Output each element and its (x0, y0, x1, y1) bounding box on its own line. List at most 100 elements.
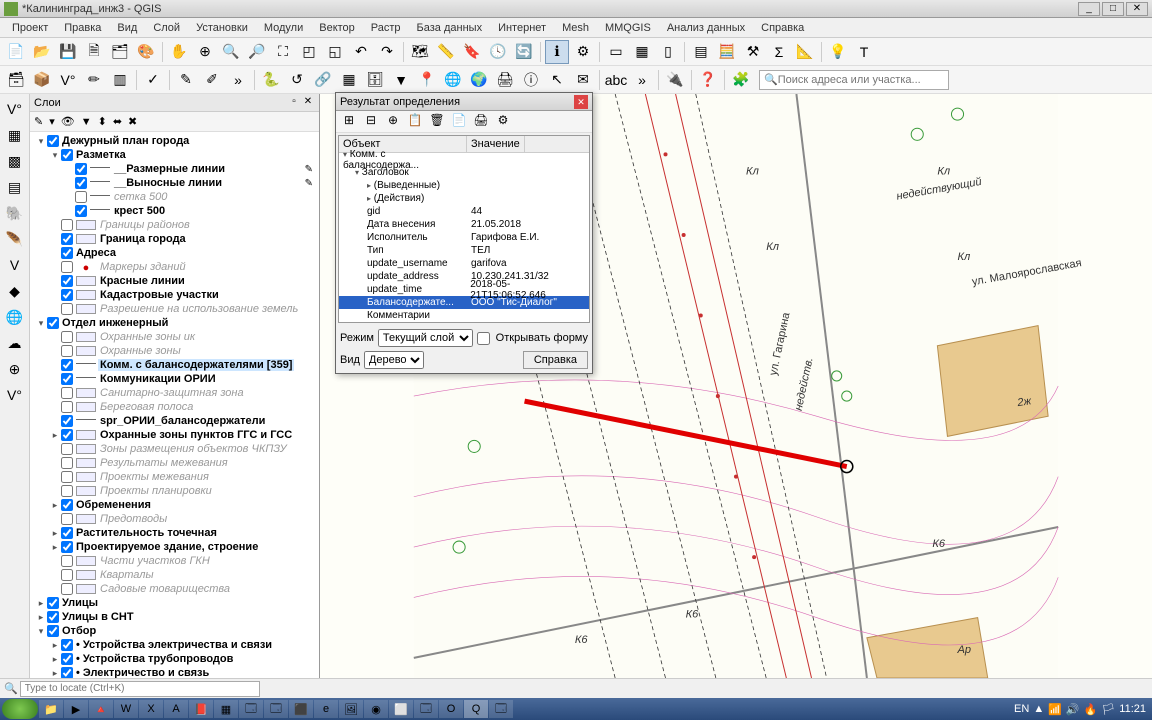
col-value[interactable]: Значение (467, 136, 525, 152)
layer-checkbox[interactable] (61, 345, 73, 357)
layer-label[interactable]: • Устройства трубопроводов (74, 653, 235, 665)
layer-checkbox[interactable] (61, 261, 73, 273)
layer-label[interactable]: Береговая полоса (98, 401, 195, 413)
menu-Интернет[interactable]: Интернет (490, 20, 554, 36)
pencil-icon[interactable]: ✎ (174, 68, 198, 92)
layer-checkbox[interactable] (61, 289, 73, 301)
ie-icon[interactable]: e (314, 700, 338, 718)
zoom-layer-icon[interactable]: ◱ (323, 40, 347, 64)
layer-label[interactable]: Проекты планировки (98, 485, 214, 497)
layer-edit-icon[interactable]: ✎ (305, 164, 313, 175)
layer-label[interactable]: spr_ОРИИ_балансодержатели (98, 415, 267, 427)
visibility-icon[interactable]: 👁 (61, 115, 75, 128)
style-icon[interactable]: ✎ (34, 115, 43, 128)
layer-item[interactable]: ▸Проектируемое здание, строение (32, 540, 317, 554)
expand-icon[interactable]: ▾ (50, 150, 60, 161)
zoom-next-icon[interactable]: ↷ (375, 40, 399, 64)
pin-icon[interactable]: 📍 (415, 68, 439, 92)
pan-selection-icon[interactable]: ⊕ (193, 40, 217, 64)
expand-icon[interactable]: ▸ (50, 640, 60, 651)
acad-icon[interactable]: A (164, 700, 188, 718)
layer-label[interactable]: Проекты межевания (98, 471, 211, 483)
select-arrow-icon[interactable]: ↖ (545, 68, 569, 92)
tray-net-icon[interactable]: 📶 (1048, 703, 1062, 716)
link-icon[interactable]: 🔗 (311, 68, 335, 92)
result-row[interactable]: ▾ Комм. с балансодержа... (339, 153, 589, 166)
layer-checkbox[interactable] (61, 513, 73, 525)
menu-Правка[interactable]: Правка (56, 20, 109, 36)
layer-item[interactable]: Охранные зоны (32, 344, 317, 358)
more2-icon[interactable]: » (630, 68, 654, 92)
layer-item[interactable]: Кадастровые участки (32, 288, 317, 302)
more-icon[interactable]: » (226, 68, 250, 92)
vlc-icon[interactable]: 🔺 (89, 700, 113, 718)
layer-checkbox[interactable] (61, 415, 73, 427)
layer-label[interactable]: Предотводы (98, 513, 169, 525)
layer-label[interactable]: Обременения (74, 499, 153, 511)
layer-label[interactable]: Коммуникации ОРИИ (98, 373, 218, 385)
chrome-icon[interactable]: ◉ (364, 700, 388, 718)
remove-layer-icon[interactable]: ✖ (128, 115, 137, 128)
vector-tool-icon[interactable]: V° (4, 98, 26, 120)
panel-undock-icon[interactable]: ▫ (287, 96, 301, 110)
layer-label[interactable]: Охранные зоны пунктов ГГС и ГСС (98, 429, 294, 441)
result-row[interactable]: ▸ (Выведенные) (339, 179, 589, 192)
layer-item[interactable]: ▾Дежурный план города (32, 134, 317, 148)
menu-Слой[interactable]: Слой (145, 20, 188, 36)
layer-item[interactable]: Береговая полоса (32, 400, 317, 414)
locate-input[interactable] (20, 681, 260, 697)
db-icon[interactable]: 🗄 (363, 68, 387, 92)
zoom-in-icon[interactable]: 🔍 (219, 40, 243, 64)
layer-item[interactable]: сетка 500 (32, 190, 317, 204)
layer-item[interactable]: Проекты планировки (32, 484, 317, 498)
expand-icon[interactable]: ▸ (50, 500, 60, 511)
layer-item[interactable]: ▸• Электричество и связь (32, 666, 317, 678)
layer-item[interactable]: Зоны размещения объектов ЧКПЗУ (32, 442, 317, 456)
minimize-button[interactable]: _ (1078, 2, 1100, 16)
csv-tool-icon[interactable]: ▤ (4, 176, 26, 198)
word-icon[interactable]: W (114, 700, 138, 718)
select-icon[interactable]: ▭ (604, 40, 628, 64)
measure-tool-icon[interactable]: 📐 (793, 40, 817, 64)
layer-checkbox[interactable] (61, 471, 73, 483)
layer-label[interactable]: крест 500 (112, 205, 167, 217)
result-row[interactable]: update_time2018-05-21T15:06:52.646 (339, 283, 589, 296)
wms-tool-icon[interactable]: 🌐 (4, 306, 26, 328)
media-icon[interactable]: ▶ (64, 700, 88, 718)
pan-icon[interactable]: ✋ (167, 40, 191, 64)
check-icon[interactable]: ✓ (141, 68, 165, 92)
layer-item[interactable]: Садовые товарищества (32, 582, 317, 596)
layer-label[interactable]: Граница города (98, 233, 188, 245)
tray-flag-icon[interactable]: ▲ (1033, 703, 1044, 715)
excel-icon[interactable]: X (139, 700, 163, 718)
chip-icon[interactable]: ▥ (108, 68, 132, 92)
info-icon[interactable]: ⓘ (519, 68, 543, 92)
zoom-full-icon[interactable]: ⛶ (271, 40, 295, 64)
layer-label[interactable]: Границы районов (98, 219, 192, 231)
layer-label[interactable]: Кварталы (98, 569, 156, 581)
clock[interactable]: 11:21 (1119, 703, 1146, 715)
layer-tree[interactable]: ▾Дежурный план города▾Разметка__Размерны… (30, 132, 319, 678)
layer-checkbox[interactable] (61, 499, 73, 511)
sigma-icon[interactable]: Σ (767, 40, 791, 64)
layer-checkbox[interactable] (61, 149, 73, 161)
layer-item[interactable]: ●Маркеры зданий (32, 260, 317, 274)
layer-label[interactable]: __Размерные линии (112, 163, 227, 175)
layer-label[interactable]: Улицы в СНТ (60, 611, 136, 623)
layer-label[interactable]: Зоны размещения объектов ЧКПЗУ (98, 443, 289, 455)
layer-item[interactable]: ▸Охранные зоны пунктов ГГС и ГСС (32, 428, 317, 442)
result-row[interactable]: Комментарии (339, 309, 589, 322)
tray-action-icon[interactable]: 🏳 (1101, 703, 1115, 716)
expand-icon[interactable]: ▸ (50, 528, 60, 539)
layer-checkbox[interactable] (75, 205, 87, 217)
view-select[interactable]: Дерево (364, 351, 424, 369)
collapse-all-icon[interactable]: ⬌ (113, 115, 122, 128)
layer-checkbox[interactable] (61, 359, 73, 371)
globe-icon[interactable]: 🌐 (441, 68, 465, 92)
layer-item[interactable]: Охранные зоны ик (32, 330, 317, 344)
mesh-tool-icon[interactable]: ▩ (4, 150, 26, 172)
filter-legend-icon[interactable]: ▼ (81, 116, 92, 128)
foxit-icon[interactable]: 📕 (189, 700, 213, 718)
layer-item[interactable]: spr_ОРИИ_балансодержатели (32, 414, 317, 428)
menu-Анализ данных[interactable]: Анализ данных (659, 20, 753, 36)
